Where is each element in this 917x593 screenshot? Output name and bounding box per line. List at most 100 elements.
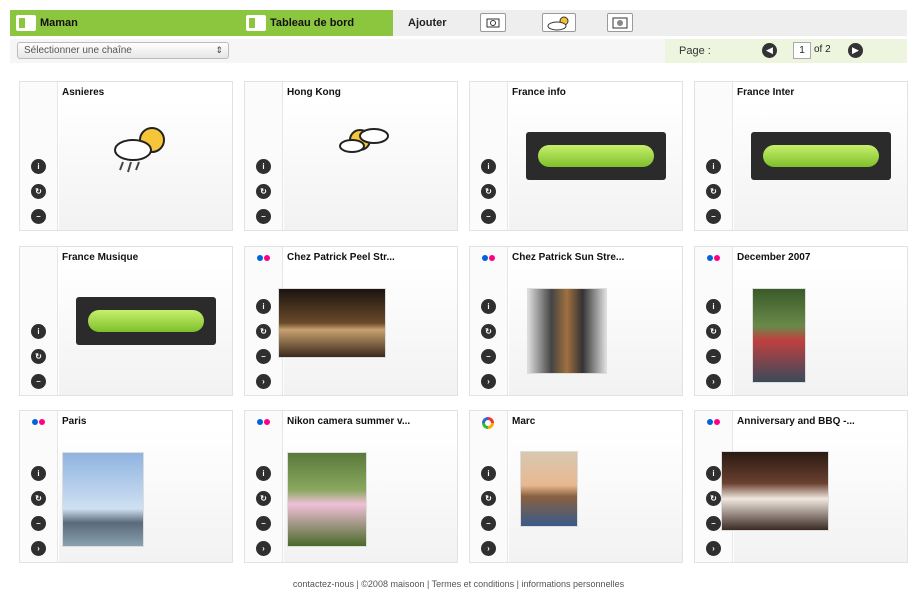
widget-card[interactable]: France Inter i ↻ – (694, 81, 908, 231)
next-button[interactable]: › (706, 374, 721, 389)
next-button[interactable]: › (256, 541, 271, 556)
info-button[interactable]: i (256, 159, 271, 174)
info-button[interactable]: i (706, 299, 721, 314)
refresh-button[interactable]: ↻ (481, 491, 496, 506)
footer: contactez-nous | ©2008 maisoon | Termes … (292, 579, 625, 589)
page-input[interactable]: 1 (793, 42, 811, 59)
info-button[interactable]: i (31, 466, 46, 481)
widget-title: December 2007 (737, 252, 811, 263)
add-photo-button[interactable] (607, 13, 633, 32)
remove-button[interactable]: – (31, 516, 46, 531)
next-button[interactable]: › (31, 541, 46, 556)
refresh-button[interactable]: ↻ (706, 324, 721, 339)
cloud-sun-icon (334, 122, 404, 165)
widget-card[interactable]: Marc i ↻ – › (469, 410, 683, 563)
refresh-button[interactable]: ↻ (31, 349, 46, 364)
remove-button[interactable]: – (256, 349, 271, 364)
info-button[interactable]: i (31, 324, 46, 339)
remove-button[interactable]: – (706, 349, 721, 364)
dashboard-tab-icon (246, 15, 266, 31)
refresh-button[interactable]: ↻ (256, 324, 271, 339)
widget-card[interactable]: Chez Patrick Sun Stre... i ↻ – › (469, 246, 683, 396)
photo-thumbnail[interactable] (62, 452, 144, 547)
next-button[interactable]: › (256, 374, 271, 389)
photo-thumbnail[interactable] (752, 288, 806, 383)
widget-card[interactable]: Asnieres i ↻ – (19, 81, 233, 231)
remove-button[interactable]: – (256, 209, 271, 224)
remove-button[interactable]: – (31, 209, 46, 224)
widget-title: Paris (62, 416, 87, 427)
widget-card[interactable]: Nikon camera summer v... i ↻ – › (244, 410, 458, 563)
webcam-icon (486, 18, 500, 28)
add-label: Ajouter (408, 17, 447, 29)
radio-player[interactable] (526, 132, 666, 180)
widget-buttons: i ↻ – › (256, 466, 271, 556)
next-button[interactable]: › (481, 374, 496, 389)
refresh-button[interactable]: ↻ (481, 324, 496, 339)
widget-card[interactable]: France info i ↻ – (469, 81, 683, 231)
radio-player[interactable] (76, 297, 216, 345)
widget-card[interactable]: Chez Patrick Peel Str... i ↻ – › (244, 246, 458, 396)
widget-title: France Inter (737, 87, 795, 98)
info-button[interactable]: i (256, 299, 271, 314)
info-button[interactable]: i (706, 159, 721, 174)
widget-title: Anniversary and BBQ -... (737, 416, 855, 427)
photo-frame-icon (612, 17, 628, 29)
picasa-icon (482, 417, 494, 429)
widget-card[interactable]: Hong Kong i ↻ – (244, 81, 458, 231)
widget-title: Asnieres (62, 87, 105, 98)
flickr-icon (707, 255, 720, 261)
widget-card[interactable]: Anniversary and BBQ -... i ↻ – › (694, 410, 908, 563)
refresh-button[interactable]: ↻ (706, 184, 721, 199)
widget-buttons: i ↻ – (706, 159, 721, 224)
photo-thumbnail[interactable] (287, 452, 367, 547)
refresh-button[interactable]: ↻ (31, 184, 46, 199)
widget-body (59, 265, 232, 395)
info-button[interactable]: i (706, 466, 721, 481)
refresh-button[interactable]: ↻ (706, 491, 721, 506)
photo-thumbnail[interactable] (527, 288, 607, 374)
add-webcam-button[interactable] (480, 13, 506, 32)
info-button[interactable]: i (481, 466, 496, 481)
next-page-button[interactable]: ▶ (848, 43, 863, 58)
remove-button[interactable]: – (706, 209, 721, 224)
channel-select-value: Sélectionner une chaîne (24, 45, 132, 56)
photo-thumbnail[interactable] (278, 288, 386, 358)
add-weather-button[interactable] (542, 13, 576, 32)
flickr-icon (257, 419, 270, 425)
info-button[interactable]: i (481, 159, 496, 174)
photo-thumbnail[interactable] (721, 451, 829, 531)
remove-button[interactable]: – (706, 516, 721, 531)
refresh-button[interactable]: ↻ (256, 491, 271, 506)
next-button[interactable]: › (706, 541, 721, 556)
prev-page-button[interactable]: ◀ (762, 43, 777, 58)
remove-button[interactable]: – (481, 516, 496, 531)
info-button[interactable]: i (481, 299, 496, 314)
flickr-icon (32, 419, 45, 425)
weather-icon (547, 16, 569, 30)
remove-button[interactable]: – (256, 516, 271, 531)
widget-card[interactable]: Paris i ↻ – › (19, 410, 233, 563)
remove-button[interactable]: – (31, 374, 46, 389)
flickr-icon (707, 419, 720, 425)
tab-user-label: Maman (40, 17, 78, 29)
refresh-button[interactable]: ↻ (256, 184, 271, 199)
widget-card[interactable]: December 2007 i ↻ – › (694, 246, 908, 396)
channel-select[interactable]: Sélectionner une chaîne ⇕ (17, 42, 229, 59)
toolbar: Sélectionner une chaîne ⇕ Page : ◀ 1 of … (10, 39, 907, 63)
widget-title: Chez Patrick Peel Str... (287, 252, 395, 263)
remove-button[interactable]: – (481, 349, 496, 364)
refresh-button[interactable]: ↻ (481, 184, 496, 199)
page-label: Page : (679, 45, 711, 57)
remove-button[interactable]: – (481, 209, 496, 224)
widget-card[interactable]: France Musique i ↻ – (19, 246, 233, 396)
photo-thumbnail[interactable] (520, 451, 578, 527)
widget-body (734, 100, 907, 230)
tab-dashboard[interactable]: Tableau de bord (246, 10, 354, 36)
next-button[interactable]: › (481, 541, 496, 556)
info-button[interactable]: i (31, 159, 46, 174)
refresh-button[interactable]: ↻ (31, 491, 46, 506)
info-button[interactable]: i (256, 466, 271, 481)
top-bar: Maman Tableau de bord Ajouter (10, 10, 907, 36)
radio-player[interactable] (751, 132, 891, 180)
